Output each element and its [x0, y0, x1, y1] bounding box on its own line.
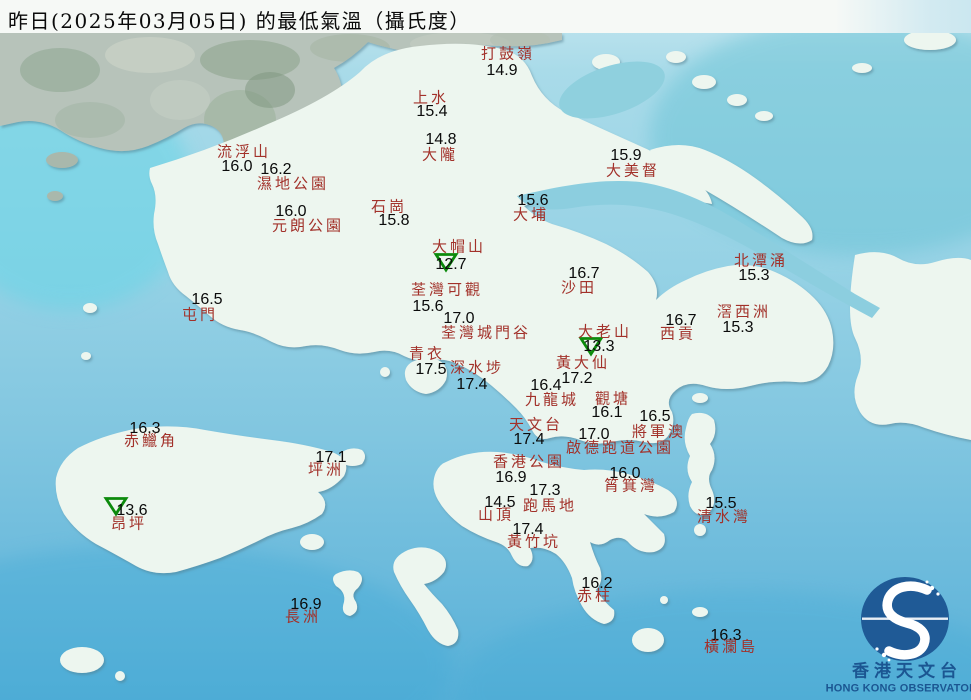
station-name: 濕地公園: [256, 174, 330, 193]
station-value: 17.4: [456, 376, 488, 393]
station-name: 上水: [412, 88, 450, 107]
station-name: 屯門: [181, 305, 219, 324]
station-name: 流浮山: [216, 142, 272, 161]
station-name: 九龍城: [524, 390, 580, 409]
station-name: 大帽山: [431, 237, 487, 256]
station-name: 筲箕灣: [603, 476, 659, 495]
station-name: 荃灣城門谷: [440, 323, 532, 342]
station-value: 16.9: [495, 469, 527, 486]
station-name: 黃大仙: [555, 353, 611, 372]
station-name: 昂坪: [110, 514, 148, 533]
station-name: 坪洲: [307, 460, 345, 479]
station-name: 大老山: [577, 322, 633, 341]
station-name: 元朗公園: [271, 216, 345, 235]
station-value: 15.3: [738, 267, 770, 284]
station-name: 荃灣可觀: [410, 280, 484, 299]
station-name: 北潭涌: [733, 251, 789, 270]
station-value: 16.0: [221, 158, 253, 175]
station-name: 打鼓嶺: [480, 44, 536, 63]
station-name: 沙田: [560, 278, 598, 297]
map-title: 昨日(2025年03月05日) 的最低氣溫（攝氏度）: [8, 9, 471, 33]
station-name: 西貢: [659, 324, 697, 343]
station-value: 14.9: [486, 62, 518, 79]
station-name: 將軍澳: [631, 422, 687, 441]
station-name: 深水埗: [449, 358, 505, 377]
station-name: 長洲: [284, 607, 322, 626]
station-name: 黃竹坑: [506, 532, 562, 551]
station-name: 大美督: [605, 161, 661, 180]
station-name: 山頂: [477, 505, 515, 524]
station-name: 大隴: [421, 145, 459, 164]
station-value: 12.7: [435, 256, 467, 273]
logo-english-label: HONG KONG OBSERVATORY: [825, 682, 971, 695]
station-name: 石崗: [370, 197, 408, 216]
min-temperature-map: 昨日(2025年03月05日) 的最低氣溫（攝氏度） 14.9 打鼓嶺 15.4 上水…: [0, 0, 971, 700]
station-value: 17.5: [415, 361, 447, 378]
station-name: 橫瀾島: [703, 637, 759, 656]
station-name: 天文台: [508, 415, 564, 434]
station-name: 赤柱: [576, 586, 614, 605]
station-name: 青衣: [408, 344, 446, 363]
station-name: 赤鱲角: [123, 431, 179, 450]
station-value: 17.4: [513, 431, 545, 448]
station-name: 香港公園: [492, 452, 566, 471]
hko-logo: [861, 577, 949, 662]
station-value: 15.6: [412, 298, 444, 315]
station-name: 跑馬地: [522, 496, 578, 515]
station-value: 17.2: [561, 370, 593, 387]
logo-chinese-label: 香港天文台: [852, 661, 962, 681]
station-value: 15.3: [722, 319, 754, 336]
station-name: 滘西洲: [716, 302, 772, 321]
station-name: 啟德跑道公園: [565, 438, 675, 457]
map-svg: [0, 0, 971, 700]
station-name: 清水灣: [696, 507, 752, 526]
station-name: 觀塘: [594, 389, 632, 408]
station-name: 大埔: [512, 205, 550, 224]
